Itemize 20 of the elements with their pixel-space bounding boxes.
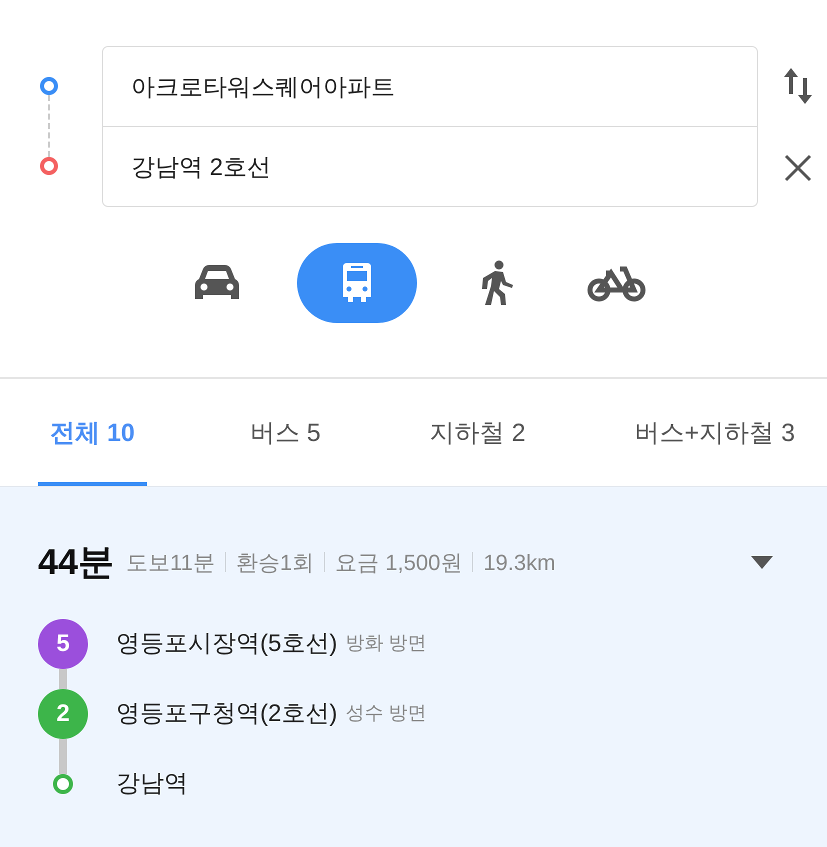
destination-field[interactable]: 강남역 2호선 [102,127,758,207]
tab[interactable]: 지하철 2 [424,379,532,486]
station-name: 영등포시장역(5호선) [116,629,338,659]
route-duration: 44분 [38,540,114,584]
line-badge: 5 [38,619,88,669]
origin-marker-icon [40,77,58,95]
tab[interactable]: 버스 5 [244,379,327,486]
route-detail: 요금 1,500원 [335,548,462,576]
destination-marker-icon [40,157,58,175]
line-badge: 2 [38,689,88,739]
origin-field[interactable]: 아크로타워스퀘어아파트 [102,46,758,127]
route-detail: 19.3km [483,548,556,576]
station-name: 영등포구청역(2호선) [116,699,338,729]
station-name: 강남역 [116,769,188,799]
route-detail: 환승1회 [236,548,314,576]
route-detail: 도보11분 [126,548,215,576]
caret-icon [750,554,774,570]
tab[interactable]: 버스+지하철 3 [628,379,801,486]
direction-label: 방화 방면 [345,632,427,656]
direction-label: 성수 방면 [345,702,427,726]
